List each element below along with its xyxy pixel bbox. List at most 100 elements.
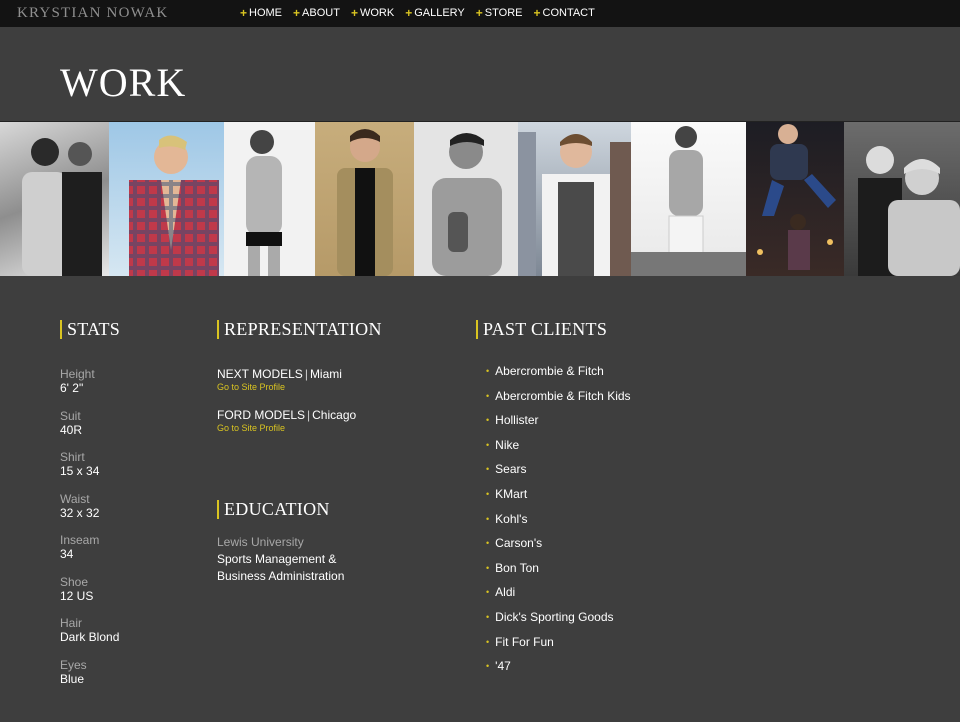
stat-label: Shoe [60, 575, 89, 589]
plus-icon: + [533, 5, 541, 20]
stat-label: Inseam [60, 533, 100, 547]
representation-heading: REPRESENTATION [217, 319, 382, 340]
nav-item-gallery[interactable]: + GALLERY [405, 7, 465, 20]
agency-separator: | [307, 408, 311, 422]
list-item: • '47 [486, 658, 631, 683]
past-clients-heading-label: PAST CLIENTS [483, 319, 608, 339]
bullet-icon: • [486, 538, 490, 549]
page-title: WORK [60, 60, 187, 105]
nav-label: GALLERY [414, 7, 465, 19]
bullet-icon: • [486, 562, 490, 573]
list-item: • Aldi [486, 584, 631, 609]
list-item: • Dick's Sporting Goods [486, 609, 631, 634]
plus-icon: + [475, 5, 483, 20]
photo-2[interactable] [109, 122, 224, 276]
list-item: • Fit For Fun [486, 634, 631, 659]
photo-4[interactable] [315, 122, 414, 276]
degree-line: Business Administration [217, 569, 345, 583]
photo-strip [0, 121, 960, 276]
client-list: • Abercrombie & Fitch • Abercrombie & Fitc… [486, 363, 631, 683]
stat-label: Suit [60, 409, 81, 423]
site-profile-link[interactable]: Go to Site Profile [217, 381, 342, 393]
list-item: • Nike [486, 437, 631, 462]
stat-label: Shirt [60, 450, 85, 464]
bullet-icon: • [486, 661, 490, 672]
nav-label: ABOUT [302, 7, 340, 19]
nav-item-home[interactable]: + HOME [240, 5, 283, 20]
stat-value: Blue [60, 672, 85, 686]
client-name: Nike [495, 437, 520, 452]
heading-accent-bar [217, 500, 219, 519]
list-item: • KMart [486, 486, 631, 511]
bullet-icon: • [486, 636, 490, 647]
bullet-icon: • [486, 464, 490, 475]
stat-value: 12 US [60, 589, 94, 603]
plus-icon: + [293, 5, 301, 20]
photo-7[interactable] [631, 122, 746, 276]
nav-label: HOME [249, 7, 283, 19]
agency-ford-models: FORD MODELS | Chicago Go to Site Profile [217, 408, 356, 434]
nav-label: WORK [359, 7, 395, 19]
nav-item-contact[interactable]: + CONTACT [533, 5, 594, 20]
stat-hair: Hair Dark Blond [60, 616, 119, 644]
nav-item-about[interactable]: + ABOUT [293, 5, 340, 20]
photo-8[interactable] [746, 122, 844, 276]
education-details: Lewis University Sports Management & Bus… [217, 534, 344, 585]
bullet-icon: • [486, 587, 490, 598]
heading-accent-bar [217, 320, 219, 339]
stat-suit: Suit 40R [60, 409, 82, 437]
stat-value: 40R [60, 423, 83, 437]
education-heading-label: EDUCATION [224, 499, 330, 519]
bullet-icon: • [486, 366, 490, 376]
education-heading: EDUCATION [217, 499, 330, 520]
agency-name: NEXT MODELS [217, 367, 303, 381]
stat-waist: Waist 32 x 32 [60, 492, 99, 520]
list-item: • Carson's [486, 535, 631, 560]
stat-value: Dark Blond [60, 630, 120, 644]
client-name: '47 [495, 659, 511, 674]
stat-label: Waist [60, 492, 90, 506]
agency-name: FORD MODELS [217, 408, 306, 422]
client-name: Carson's [495, 536, 543, 551]
stats-heading-label: STATS [67, 319, 121, 339]
heading-accent-bar [476, 320, 478, 339]
plus-icon: + [350, 5, 358, 20]
stats-heading: STATS [60, 319, 120, 340]
stat-eyes: Eyes Blue [60, 658, 87, 686]
agency-city: Chicago [312, 408, 357, 422]
list-item: • Hollister [486, 412, 631, 437]
plus-icon: + [240, 5, 248, 20]
nav-label: STORE [484, 7, 523, 19]
nav-item-store[interactable]: + STORE [475, 5, 523, 20]
list-item: • Bon Ton [486, 560, 631, 585]
client-name: Hollister [495, 413, 539, 428]
stat-value: 15 x 34 [60, 464, 100, 478]
nav-item-work[interactable]: + WORK [350, 5, 395, 20]
stat-value: 32 x 32 [60, 506, 100, 520]
stat-label: Hair [60, 616, 83, 630]
main-nav: + HOME + ABOUT + WORK + GALLERY + STORE + CONT… [240, 5, 606, 20]
stat-inseam: Inseam 34 [60, 533, 99, 561]
list-item: • Sears [486, 461, 631, 486]
photo-6[interactable] [518, 122, 631, 276]
client-name: Bon Ton [495, 560, 539, 575]
stat-value: 6' 2" [60, 381, 84, 395]
top-bar: KRYSTIAN NOWAK + HOME + ABOUT + WORK + GALLE… [0, 0, 960, 27]
site-brand[interactable]: KRYSTIAN NOWAK [17, 5, 168, 22]
bullet-icon: • [486, 611, 490, 622]
representation-heading-label: REPRESENTATION [224, 319, 382, 339]
list-item: • Abercrombie & Fitch Kids [486, 388, 631, 413]
photo-3[interactable] [224, 122, 315, 276]
site-profile-link[interactable]: Go to Site Profile [217, 422, 356, 434]
stat-label: Height [60, 367, 95, 381]
client-name: KMart [495, 486, 528, 501]
stat-shoe: Shoe 12 US [60, 575, 93, 603]
photo-5[interactable] [414, 122, 518, 276]
agency-separator: | [304, 367, 308, 381]
photo-1[interactable] [0, 122, 109, 276]
photo-9[interactable] [844, 122, 960, 276]
stat-value: 34 [60, 547, 74, 561]
client-name: Abercrombie & Fitch [495, 364, 604, 378]
client-name: Aldi [495, 585, 516, 600]
client-name: Sears [495, 462, 527, 477]
